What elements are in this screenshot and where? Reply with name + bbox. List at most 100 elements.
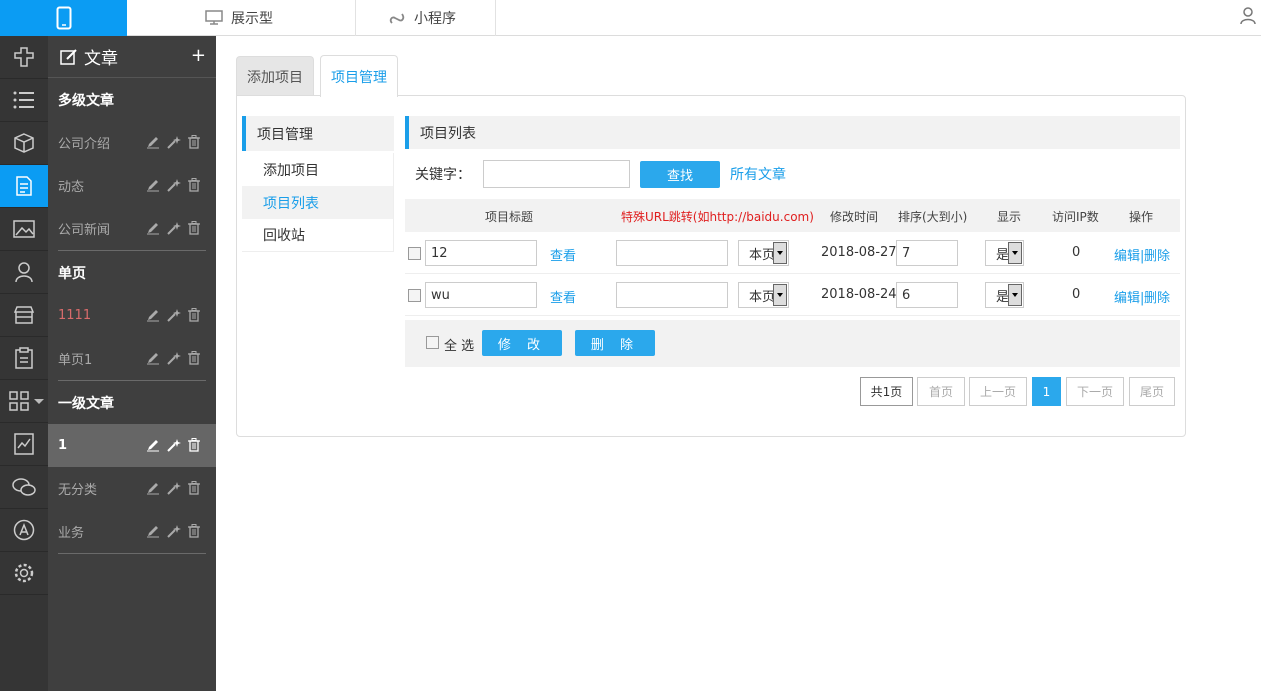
- chevron-down-icon: [34, 399, 44, 404]
- pager-last[interactable]: 尾页: [1129, 377, 1175, 406]
- delete-button[interactable]: 删 除: [575, 330, 655, 356]
- category-item[interactable]: 动态: [48, 164, 216, 207]
- url-input[interactable]: [616, 282, 728, 308]
- table-header: 项目标题 特殊URL跳转(如http://baidu.com) 修改时间 排序(…: [405, 199, 1180, 232]
- row-checkbox[interactable]: [408, 289, 421, 302]
- tab-mini-program[interactable]: 小程序: [388, 0, 496, 36]
- pager-next[interactable]: 下一页: [1066, 377, 1124, 406]
- submenu-add-project[interactable]: 添加项目: [242, 153, 394, 186]
- trash-icon[interactable]: [188, 438, 200, 452]
- magic-wand-icon[interactable]: [166, 524, 182, 538]
- pencil-icon[interactable]: [146, 178, 160, 192]
- mobile-icon[interactable]: [0, 0, 127, 36]
- project-table: 项目标题 特殊URL跳转(如http://baidu.com) 修改时间 排序(…: [405, 199, 1180, 316]
- report-icon[interactable]: [0, 423, 48, 466]
- view-link[interactable]: 查看: [550, 245, 576, 264]
- list-title: 项目列表: [405, 116, 1180, 149]
- magic-wand-icon[interactable]: [166, 178, 182, 192]
- delete-link[interactable]: 删除: [1144, 287, 1170, 306]
- category-item[interactable]: 无分类: [48, 467, 216, 510]
- magic-wand-icon[interactable]: [166, 481, 182, 495]
- trash-icon[interactable]: [188, 178, 200, 192]
- design-icon[interactable]: [0, 36, 48, 79]
- tab-add-project[interactable]: 添加项目: [236, 56, 314, 96]
- pencil-icon[interactable]: [146, 308, 160, 322]
- show-select[interactable]: 是: [985, 282, 1024, 308]
- pencil-icon[interactable]: [146, 351, 160, 365]
- category-item[interactable]: 公司介绍: [48, 121, 216, 164]
- pager-current[interactable]: 1: [1032, 377, 1061, 406]
- col-actions: 操作: [1129, 210, 1154, 224]
- magic-wand-icon[interactable]: [166, 438, 182, 452]
- all-articles-link[interactable]: 所有文章: [730, 164, 786, 184]
- order-input[interactable]: 6: [896, 282, 958, 308]
- add-category-button[interactable]: +: [191, 45, 206, 66]
- trash-icon[interactable]: [188, 524, 200, 538]
- modify-button[interactable]: 修 改: [482, 330, 562, 356]
- search-button[interactable]: 查找: [640, 160, 720, 188]
- order-input[interactable]: 7: [896, 240, 958, 266]
- select-all-checkbox[interactable]: [426, 336, 439, 349]
- edit-link[interactable]: 编辑|: [1114, 287, 1144, 306]
- trash-icon[interactable]: [188, 135, 200, 149]
- trash-icon[interactable]: [188, 481, 200, 495]
- member-icon[interactable]: [0, 251, 48, 294]
- trash-icon[interactable]: [188, 308, 200, 322]
- pencil-icon[interactable]: [146, 135, 160, 149]
- submenu-project-list[interactable]: 项目列表: [242, 186, 394, 219]
- search-bar: 关键字： 查找 所有文章: [415, 160, 786, 188]
- category-item-label: 动态: [58, 180, 85, 195]
- pager-first[interactable]: 首页: [917, 377, 965, 406]
- category-sidebar: 文章 + 多级文章 公司介绍 动态 公司新闻 单页 1111 单页1 一级文章 …: [48, 36, 216, 691]
- trash-icon[interactable]: [188, 351, 200, 365]
- magic-wand-icon[interactable]: [166, 135, 182, 149]
- shop-icon[interactable]: [0, 294, 48, 337]
- list-icon[interactable]: [0, 79, 48, 122]
- delete-link[interactable]: 删除: [1144, 245, 1170, 264]
- view-link[interactable]: 查看: [550, 287, 576, 306]
- table-footer: 全 选 修 改 删 除: [405, 320, 1180, 367]
- search-input[interactable]: [483, 160, 630, 188]
- search-label: 关键字：: [415, 167, 471, 183]
- target-select[interactable]: 本页: [738, 282, 789, 308]
- app-store-icon[interactable]: [0, 509, 48, 552]
- product-box-icon[interactable]: [0, 122, 48, 165]
- gear-icon[interactable]: [0, 552, 48, 595]
- row-checkbox[interactable]: [408, 247, 421, 260]
- user-icon[interactable]: [1239, 6, 1259, 30]
- pencil-icon[interactable]: [146, 438, 160, 452]
- pencil-icon[interactable]: [146, 481, 160, 495]
- trash-icon[interactable]: [188, 221, 200, 235]
- tab-project-manage[interactable]: 项目管理: [320, 55, 398, 97]
- magic-wand-icon[interactable]: [166, 308, 182, 322]
- category-item[interactable]: 公司新闻: [48, 207, 216, 250]
- title-input[interactable]: 12: [425, 240, 537, 266]
- article-icon[interactable]: [0, 165, 48, 208]
- title-input[interactable]: wu: [425, 282, 537, 308]
- category-item[interactable]: 业务: [48, 510, 216, 553]
- section-title: 单页: [58, 265, 86, 282]
- image-icon[interactable]: [0, 208, 48, 251]
- modified-date: 2018-08-27: [821, 245, 897, 260]
- monitor-icon: [205, 10, 223, 25]
- pencil-icon[interactable]: [146, 524, 160, 538]
- category-item-label: 公司新闻: [58, 223, 111, 238]
- url-input[interactable]: [616, 240, 728, 266]
- apps-grid-icon[interactable]: [0, 380, 48, 423]
- magic-wand-icon[interactable]: [166, 351, 182, 365]
- select-all-label: 全 选: [444, 339, 475, 354]
- pager-prev[interactable]: 上一页: [969, 377, 1027, 406]
- submenu-recycle-bin[interactable]: 回收站: [242, 219, 394, 252]
- category-item-active[interactable]: 1: [48, 424, 216, 467]
- category-item-label: 公司介绍: [58, 137, 111, 152]
- category-item[interactable]: 单页1: [48, 337, 216, 380]
- tab-showcase[interactable]: 展示型: [205, 0, 356, 36]
- target-select[interactable]: 本页: [738, 240, 789, 266]
- edit-link[interactable]: 编辑|: [1114, 245, 1144, 264]
- wechat-icon[interactable]: [0, 466, 48, 509]
- show-select[interactable]: 是: [985, 240, 1024, 266]
- clipboard-icon[interactable]: [0, 337, 48, 380]
- category-item[interactable]: 1111: [48, 294, 216, 337]
- magic-wand-icon[interactable]: [166, 221, 182, 235]
- pencil-icon[interactable]: [146, 221, 160, 235]
